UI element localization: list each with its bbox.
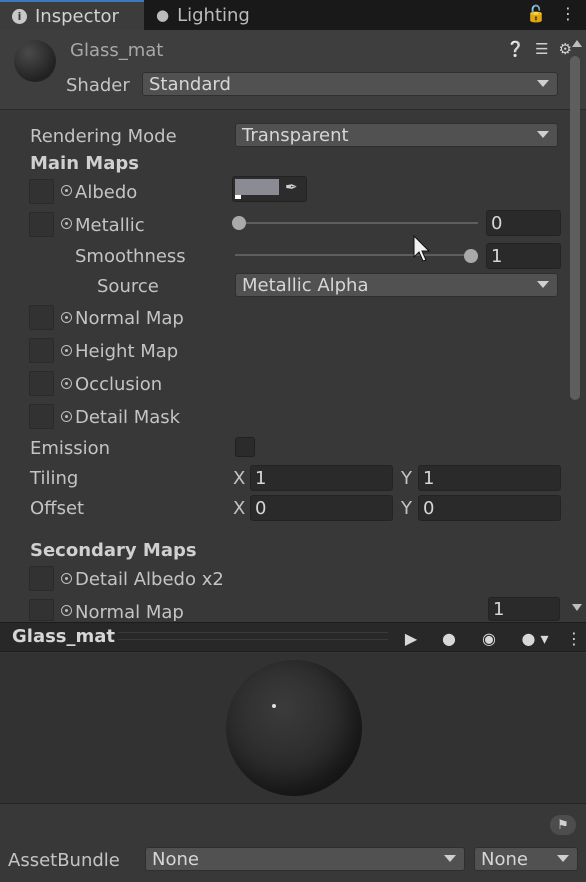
preview-sphere bbox=[226, 660, 362, 796]
chevron-down-icon bbox=[557, 855, 569, 862]
lock-icon[interactable]: 🔓 bbox=[526, 4, 546, 23]
detail-mask-texture-slot[interactable] bbox=[29, 404, 54, 429]
preview-shape-dropdown[interactable]: ● ▾ bbox=[512, 628, 558, 648]
offset-label: Offset bbox=[30, 498, 85, 519]
secondary-normal-map-label: Normal Map bbox=[75, 602, 184, 621]
tiling-y-label: Y bbox=[401, 468, 412, 489]
rendering-mode-dropdown[interactable]: Transparent bbox=[235, 123, 558, 147]
label-tag-icon[interactable]: ⚑ bbox=[550, 815, 576, 835]
secondary-normal-map-texture-slot[interactable] bbox=[29, 599, 54, 621]
chevron-down-icon bbox=[537, 131, 549, 138]
main-maps-heading: Main Maps bbox=[30, 153, 139, 174]
albedo-color-swatch bbox=[235, 179, 279, 195]
secondary-maps-heading: Secondary Maps bbox=[30, 540, 197, 561]
normal-map-label: Normal Map bbox=[75, 308, 184, 329]
object-picker-icon[interactable] bbox=[61, 378, 72, 389]
asset-bundle-value: None bbox=[152, 848, 199, 870]
material-thumbnail bbox=[14, 40, 56, 82]
metallic-texture-slot[interactable] bbox=[29, 212, 54, 237]
tiling-x-field[interactable]: 1 bbox=[250, 465, 393, 491]
lights-icon[interactable]: ◉ bbox=[476, 628, 502, 648]
tab-lighting[interactable]: ● Lighting bbox=[144, 0, 274, 30]
emission-label: Emission bbox=[30, 438, 111, 459]
scrollbar-thumb[interactable] bbox=[570, 56, 580, 400]
smoothness-label: Smoothness bbox=[75, 246, 186, 267]
chevron-down-icon bbox=[537, 80, 549, 87]
object-picker-icon[interactable] bbox=[61, 573, 72, 584]
chevron-down-icon bbox=[444, 855, 456, 862]
detail-albedo-texture-slot[interactable] bbox=[29, 566, 54, 591]
specular-highlight bbox=[272, 704, 276, 708]
shader-value: Standard bbox=[149, 73, 231, 95]
tiling-x-label: X bbox=[233, 468, 246, 489]
normal-map-texture-slot[interactable] bbox=[29, 305, 54, 330]
asset-bundle-variant-dropdown[interactable]: None bbox=[474, 847, 578, 871]
albedo-label: Albedo bbox=[75, 182, 138, 203]
tab-inspector[interactable]: i Inspector bbox=[0, 0, 144, 30]
preview-resize-grip[interactable] bbox=[118, 632, 388, 640]
asset-bundle-variant-value: None bbox=[481, 848, 528, 870]
mouse-cursor-icon bbox=[413, 235, 431, 262]
presets-icon[interactable]: ☰ bbox=[535, 40, 548, 58]
occlusion-label: Occlusion bbox=[75, 374, 163, 395]
offset-y-field[interactable]: 0 bbox=[418, 495, 561, 521]
more-menu-icon[interactable]: ⋮ bbox=[566, 628, 582, 648]
material-name: Glass_mat bbox=[70, 40, 164, 61]
shader-label: Shader bbox=[66, 75, 130, 96]
header-tools: ❔ ☰ ⚙ bbox=[506, 40, 572, 58]
detail-albedo-label: Detail Albedo x2 bbox=[75, 569, 224, 590]
asset-bundle-dropdown[interactable]: None bbox=[145, 847, 465, 871]
preview-title: Glass_mat bbox=[12, 626, 116, 647]
height-map-texture-slot[interactable] bbox=[29, 338, 54, 363]
smoothness-slider-handle[interactable] bbox=[464, 249, 478, 263]
object-picker-icon[interactable] bbox=[61, 185, 72, 196]
metallic-label: Metallic bbox=[75, 215, 145, 236]
object-picker-icon[interactable] bbox=[61, 218, 72, 229]
secondary-normal-scale-field[interactable]: 1 bbox=[488, 597, 560, 621]
help-icon[interactable]: ❔ bbox=[506, 40, 525, 58]
albedo-texture-slot[interactable] bbox=[29, 179, 54, 204]
offset-y-label: Y bbox=[401, 498, 412, 519]
object-picker-icon[interactable] bbox=[61, 411, 72, 422]
occlusion-texture-slot[interactable] bbox=[29, 371, 54, 396]
source-value: Metallic Alpha bbox=[242, 274, 369, 296]
preview-sphere-icon[interactable]: ● bbox=[436, 628, 462, 648]
source-label: Source bbox=[97, 276, 159, 297]
object-picker-icon[interactable] bbox=[61, 312, 72, 323]
offset-x-label: X bbox=[233, 498, 246, 519]
smoothness-value-field[interactable]: 1 bbox=[486, 243, 561, 269]
chevron-down-icon bbox=[537, 281, 549, 288]
metallic-slider-track[interactable] bbox=[238, 222, 478, 224]
info-icon: i bbox=[12, 8, 27, 24]
more-menu-icon[interactable]: ⋮ bbox=[560, 4, 576, 23]
tab-bar-tools: 🔓 ⋮ bbox=[526, 4, 576, 23]
emission-checkbox[interactable] bbox=[235, 437, 255, 457]
gear-icon[interactable]: ⚙ bbox=[559, 40, 572, 58]
scroll-down-arrow[interactable] bbox=[572, 604, 582, 611]
asset-bundle-label: AssetBundle bbox=[8, 850, 120, 871]
scroll-up-arrow[interactable] bbox=[572, 40, 582, 47]
tiling-label: Tiling bbox=[30, 468, 79, 489]
object-picker-icon[interactable] bbox=[61, 605, 72, 616]
tiling-y-field[interactable]: 1 bbox=[418, 465, 561, 491]
rendering-mode-label: Rendering Mode bbox=[30, 126, 177, 147]
metallic-value-field[interactable]: 0 bbox=[486, 210, 561, 236]
smoothness-slider-track[interactable] bbox=[235, 254, 475, 256]
object-picker-icon[interactable] bbox=[61, 345, 72, 356]
metallic-slider-handle[interactable] bbox=[232, 216, 246, 230]
eyedropper-icon[interactable]: ✒ bbox=[285, 178, 298, 196]
height-map-label: Height Map bbox=[75, 341, 179, 362]
albedo-color-field[interactable]: ✒ bbox=[232, 176, 307, 202]
shader-dropdown[interactable]: Standard bbox=[142, 72, 558, 96]
tab-inspector-label: Inspector bbox=[35, 5, 119, 27]
play-icon[interactable]: ▶ bbox=[398, 628, 424, 648]
source-dropdown[interactable]: Metallic Alpha bbox=[235, 273, 558, 297]
tab-lighting-label: Lighting bbox=[177, 4, 250, 26]
offset-x-field[interactable]: 0 bbox=[250, 495, 393, 521]
detail-mask-label: Detail Mask bbox=[75, 407, 181, 428]
rendering-mode-value: Transparent bbox=[242, 124, 349, 146]
alpha-bar bbox=[235, 195, 241, 199]
lightbulb-icon: ● bbox=[156, 6, 170, 24]
